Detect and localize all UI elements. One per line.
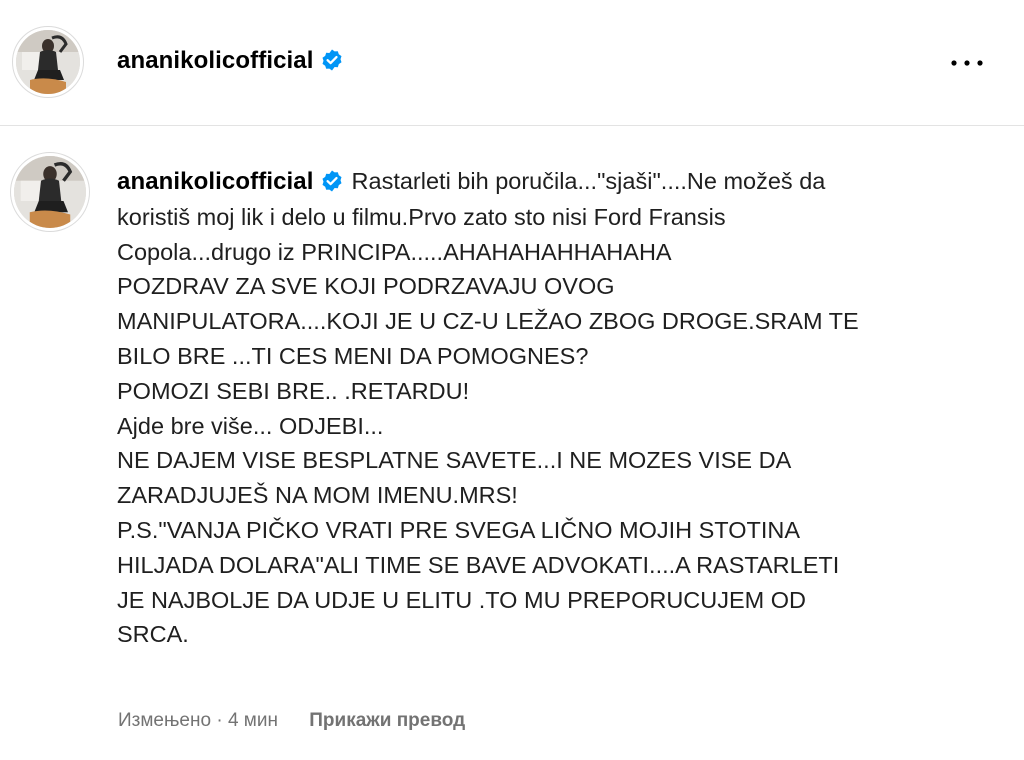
comment-line-text: Ajde bre više... ODJEBI... [117,412,384,439]
see-translation-button[interactable]: Прикажи превод [309,710,465,731]
post-author-username[interactable]: ananikolicofficial [117,46,344,76]
avatar[interactable] [14,156,86,228]
comment-line-text: NE DAJEM VISE BESPLATNE SAVETE...I NE MO… [117,447,792,474]
post-header: ananikolicofficial [0,0,1024,126]
more-options-button[interactable] [944,46,990,80]
comment-line-text: Rastarleti bih poručila..."sjaši"....Ne … [351,168,826,194]
comment-line-text: POMOZI SEBI BRE.. .RETARDU! [117,377,470,404]
edited-label: Измењено [118,710,212,731]
avatar-image [16,30,80,94]
comment-line-text: HILJADA DOLARA"ALI TIME SE BAVE ADVOKATI… [117,551,840,578]
username-text[interactable]: ananikolicofficial [117,47,314,74]
verified-badge-icon [322,49,342,71]
comment-line-text: POZDRAV ZA SVE KOJI PODRZAVAJU OVOG [117,273,615,300]
more-horizontal-icon[interactable] [944,46,990,80]
username-text[interactable]: ananikolicofficial [117,168,314,195]
comment-line-text: BILO BRE ...TI CES MENI DA POMOGNES? [117,342,589,369]
comment-line-text: SRCA. [117,621,189,648]
verified-badge-icon [322,170,342,192]
avatar-image [14,156,86,228]
comment-line-text: MANIPULATORA....KOJI JE U CZ-U LEŽAO ZBO… [117,308,859,335]
comment-line: ananikolicofficial Rastarleti bih poruči… [117,164,977,200]
comment-line-text: JE NAJBOLJE DA UDJE U ELITU .TO MU PREPO… [117,586,807,613]
comment-line-text: ZARADJUJEŠ NA MOM IMENU.MRS! [117,482,518,509]
comment-line-text: P.S."VANJA PIČKO VRATI PRE SVEGA LIČNO M… [117,516,801,543]
meta-separator: · [216,710,223,731]
avatar[interactable] [16,30,80,94]
comment-author-username[interactable]: ananikolicofficial [117,168,344,195]
comment-timestamp[interactable]: 4 мин [228,710,278,731]
comment-line-text: koristiš moj lik i delo u filmu.Prvo zat… [117,203,726,230]
comment-meta: Измењено · 4 мин Прикажи превод [118,706,465,736]
comment-line-text: Copola...drugo iz PRINCIPA.....AHAHAHAHH… [117,238,672,265]
comment-text: ananikolicofficial Rastarleti bih poruči… [117,164,977,652]
